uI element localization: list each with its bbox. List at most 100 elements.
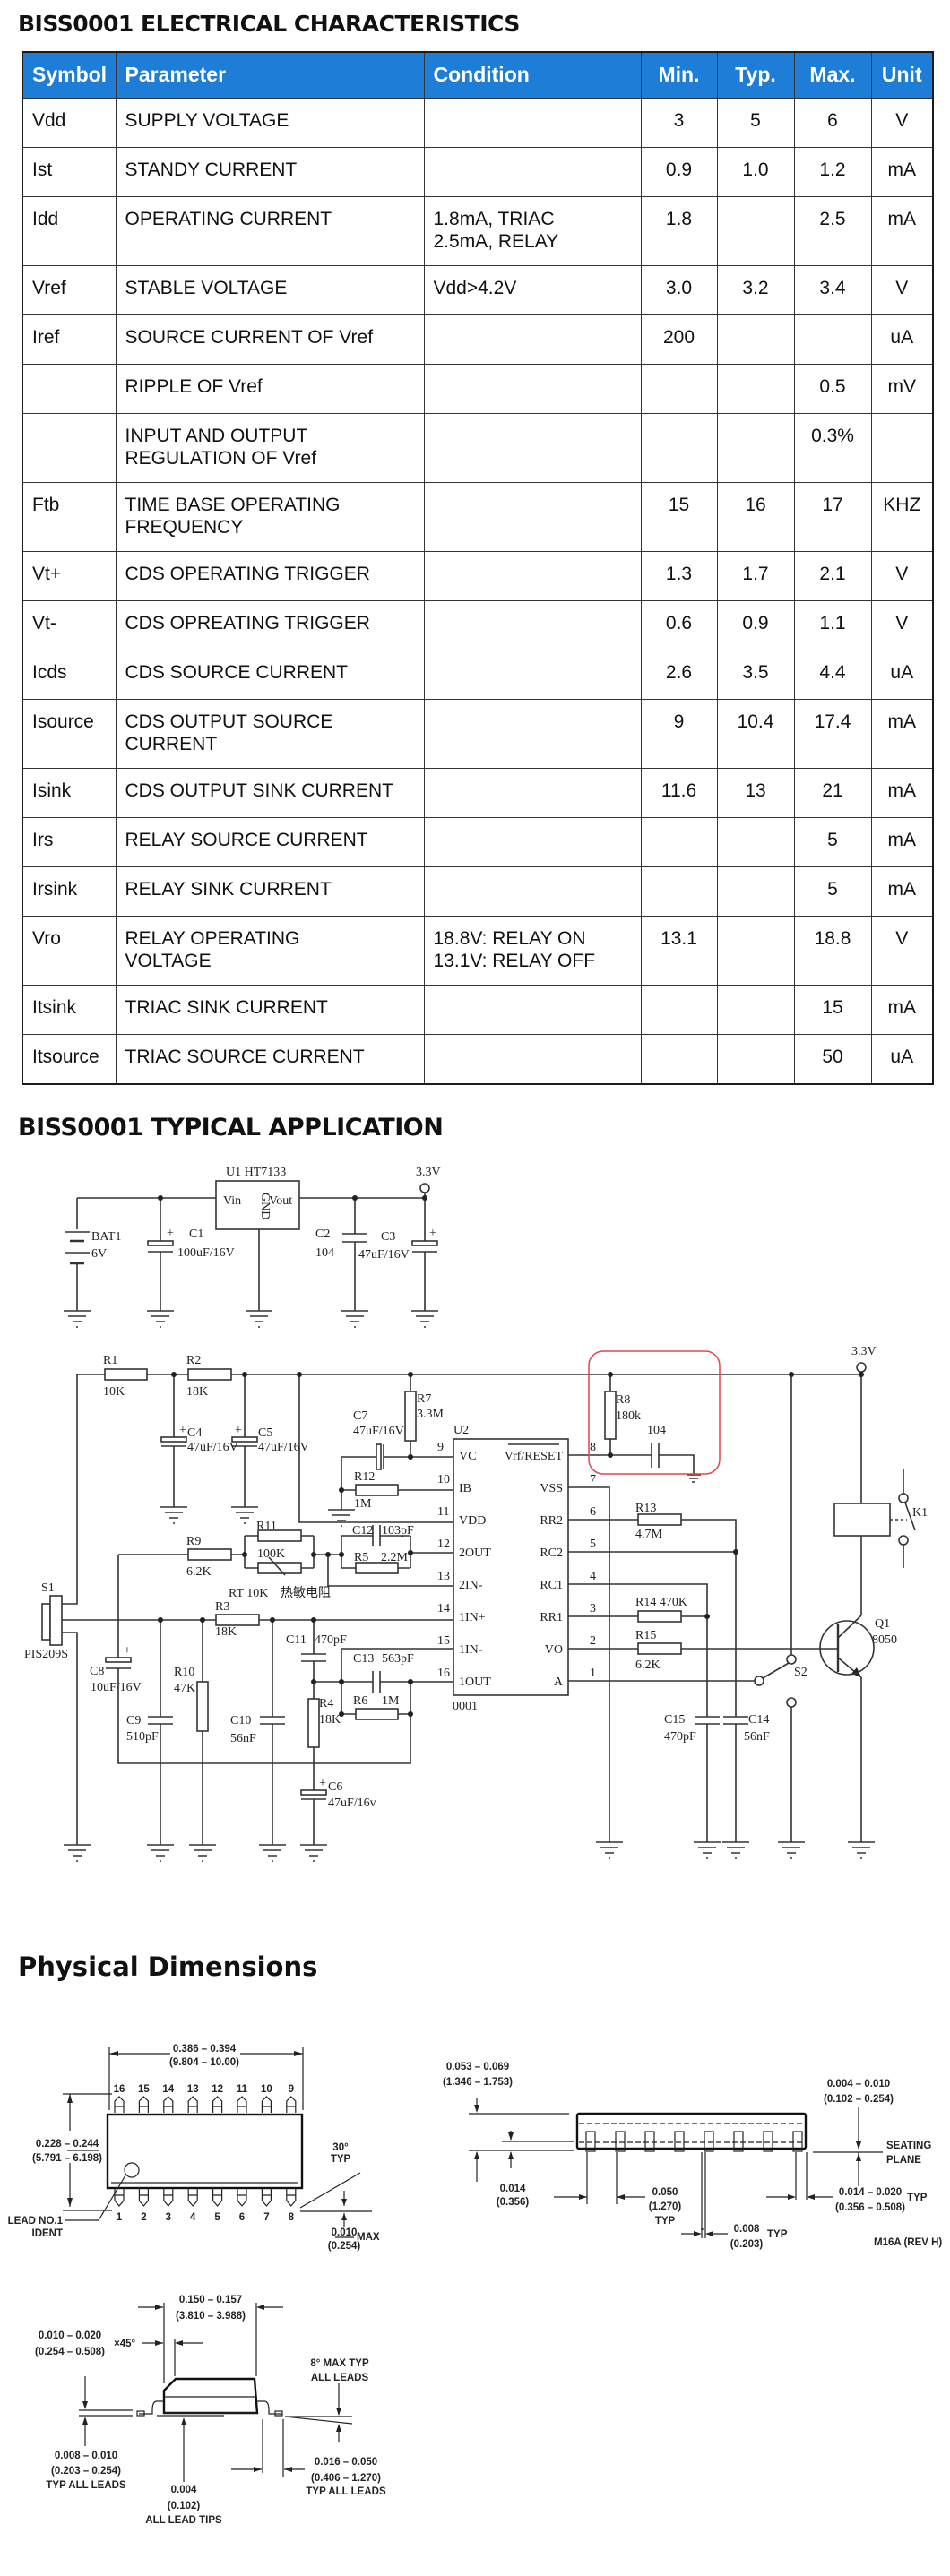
r3-value: 18K — [215, 1625, 237, 1639]
r4-value: 18K — [319, 1713, 341, 1727]
pin-number: 12 — [212, 2084, 223, 2095]
junction-dot — [408, 1711, 413, 1717]
ground-icon — [341, 1310, 368, 1328]
junction-dot — [408, 1679, 413, 1684]
pitch-typ: TYP — [655, 2216, 676, 2227]
u2-pin-number: 10 — [437, 1473, 450, 1486]
svg-text:+: + — [319, 1777, 326, 1790]
c13-value: 563pF — [382, 1652, 414, 1666]
terminal-3v3-top — [419, 1183, 430, 1193]
c3-label: C3 — [381, 1230, 395, 1244]
pin-number: 2 — [141, 2212, 146, 2223]
c1-label: C1 — [189, 1228, 203, 1241]
v33-label: 3.3V — [851, 1345, 877, 1358]
c4-value: 47uF/16V — [187, 1441, 238, 1454]
foot-mm: (0.406 – 1.270) — [311, 2473, 381, 2484]
drawings: U1 HT7133 Vin Vout GND 3.3V BAT1 6V + C1… — [8, 1166, 943, 2526]
foot-in: 0.016 – 0.050 — [315, 2457, 377, 2468]
terminal-3v3 — [856, 1362, 867, 1373]
tips-in: 0.004 — [171, 2485, 197, 2495]
u2-pin-number: 13 — [437, 1570, 450, 1583]
pin-number: 8 — [289, 2212, 295, 2223]
svg-text:+: + — [179, 1424, 186, 1437]
width-mm: (5.791 – 6.198) — [32, 2153, 102, 2164]
r2-label: R2 — [186, 1354, 201, 1367]
q1-label: Q1 — [875, 1617, 890, 1631]
u2-pin-name: A — [554, 1676, 564, 1689]
u2-pin-name: 1OUT — [459, 1676, 491, 1689]
lead-width-mm: (0.356 – 0.508) — [835, 2202, 905, 2213]
u2-pin-name: RC1 — [540, 1579, 563, 1592]
c15-value: 470pF — [664, 1730, 696, 1744]
ground-icon — [231, 1506, 258, 1524]
junction-dot — [311, 1552, 316, 1557]
package-top-view — [106, 2113, 304, 2190]
gnd-label: GND — [258, 1193, 272, 1219]
r9-label: R9 — [186, 1535, 201, 1548]
u2-pin-name: 2OUT — [459, 1546, 491, 1560]
junction-dot — [704, 1614, 710, 1619]
u2-pin-name: 1IN- — [459, 1643, 483, 1657]
c2-value: 104 — [315, 1246, 334, 1260]
c5-value: 47uF/16V — [258, 1441, 309, 1454]
u2-pin-number: 8 — [590, 1441, 596, 1454]
u2-pin-number: 12 — [437, 1538, 450, 1551]
r10-value: 47K — [174, 1682, 195, 1695]
junction-dot — [608, 1372, 613, 1377]
junction-dot — [311, 1617, 316, 1623]
ground-icon — [778, 1841, 805, 1859]
r3-label: R3 — [215, 1600, 229, 1614]
junction-dot — [339, 1487, 344, 1493]
r4-label: R4 — [319, 1697, 333, 1710]
s2-label: S2 — [794, 1666, 808, 1679]
junction-dot — [608, 1452, 613, 1458]
r13-label: R13 — [635, 1502, 656, 1515]
u2-pin-number: 11 — [437, 1505, 449, 1519]
ground-icon — [246, 1310, 272, 1328]
u2-pin-number: 15 — [437, 1634, 450, 1648]
c3-value: 47uF/16V — [358, 1248, 410, 1262]
junction-dot — [297, 1372, 302, 1377]
junction-dot — [325, 1552, 331, 1557]
junction-dot — [311, 1679, 316, 1684]
c7-label: C7 — [353, 1409, 367, 1423]
r12-value: 1M — [354, 1497, 372, 1511]
r13-value: 4.7M — [635, 1528, 663, 1541]
junction-dot — [339, 1552, 344, 1557]
ground-icon — [722, 1841, 749, 1859]
c8-value: 10uF/16V — [91, 1681, 142, 1694]
junction-dot — [339, 1679, 344, 1684]
pitch-mm: (1.270) — [649, 2201, 682, 2212]
r12-label: R12 — [354, 1470, 375, 1484]
height-in: 0.053 – 0.069 — [446, 2062, 509, 2072]
bat1-label: BAT1 — [91, 1230, 121, 1244]
ground-icon — [147, 1310, 174, 1328]
chamfer-mm: (0.254 – 0.508) — [35, 2347, 105, 2357]
lead-width-typ: TYP — [907, 2193, 928, 2203]
r9-value: 6.2K — [186, 1565, 212, 1579]
pir-sensor — [41, 1603, 51, 1641]
u2-pin-name: IB — [459, 1482, 471, 1495]
u2-pin-number: 9 — [437, 1441, 444, 1454]
c14-value: 56nF — [744, 1730, 770, 1744]
c11-value: 470pF — [315, 1633, 347, 1647]
ground-icon — [687, 1474, 701, 1483]
pin-number: 11 — [237, 2084, 248, 2095]
c8-label: C8 — [90, 1665, 104, 1678]
c1-value: 100uF/16V — [177, 1246, 235, 1260]
standoff-mm: (0.102 – 0.254) — [824, 2094, 894, 2105]
tips-label: ALL LEAD TIPS — [145, 2515, 222, 2526]
c4-label: C4 — [187, 1426, 202, 1440]
max-in: 0.010 — [332, 2227, 358, 2238]
junction-dot — [408, 1454, 413, 1460]
s014-mm: (0.356) — [497, 2197, 530, 2208]
pin-number: 4 — [190, 2212, 196, 2223]
relay-coil — [833, 1503, 891, 1537]
r11-label: R11 — [256, 1520, 277, 1533]
k1-label: K1 — [912, 1506, 928, 1520]
ident-label: IDENT — [32, 2228, 64, 2239]
angle8-label: 8° MAX TYP — [310, 2358, 369, 2369]
ground-icon — [328, 1509, 355, 1527]
c6-value: 47uF/16v — [328, 1796, 376, 1810]
chamfer-angle: ×45° — [114, 2339, 136, 2349]
